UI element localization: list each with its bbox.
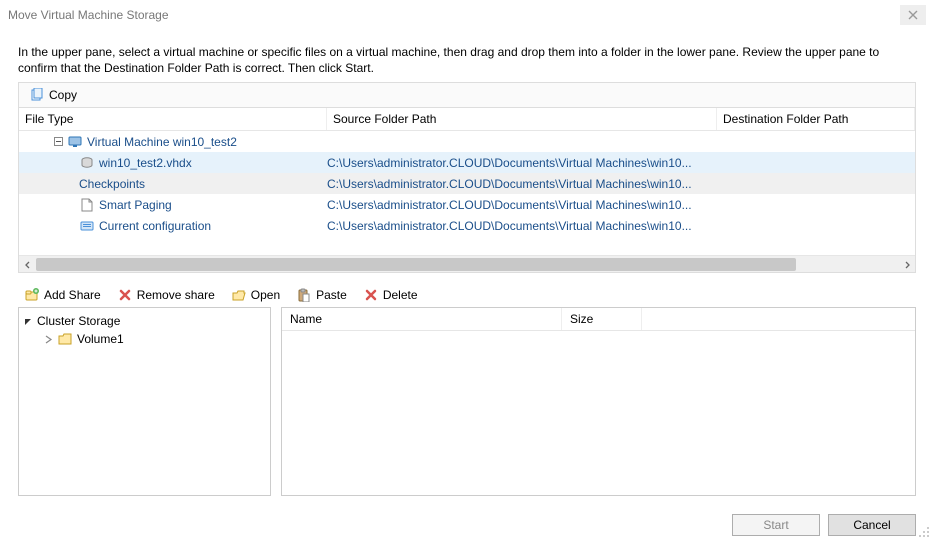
storage-tree[interactable]: Cluster Storage Volume1 — [18, 307, 271, 496]
grid-cell-source: C:\Users\administrator.CLOUD\Documents\V… — [327, 198, 717, 212]
dialog-buttons: Start Cancel — [0, 504, 934, 542]
grid-cell-label: Smart Paging — [99, 198, 172, 212]
list-col-name[interactable]: Name — [282, 308, 562, 330]
grid-cell-label: Virtual Machine win10_test2 — [87, 135, 237, 149]
file-list[interactable]: Name Size — [281, 307, 916, 496]
horizontal-scrollbar[interactable] — [19, 255, 915, 272]
window-title: Move Virtual Machine Storage — [8, 8, 900, 22]
delete-button[interactable]: Delete — [359, 286, 422, 304]
upper-toolbar: Copy — [18, 82, 916, 108]
scroll-left-icon[interactable] — [19, 256, 36, 273]
caret-down-icon[interactable] — [23, 317, 33, 326]
paste-icon — [296, 287, 312, 303]
list-col-size[interactable]: Size — [562, 308, 642, 330]
list-header: Name Size — [282, 308, 915, 331]
caret-right-icon[interactable] — [43, 335, 53, 344]
grid-row-config[interactable]: Current configuration C:\Users\administr… — [19, 215, 915, 236]
instructions-text: In the upper pane, select a virtual mach… — [18, 44, 916, 76]
grid-cell-label: Current configuration — [99, 219, 211, 233]
grid-cell-source: C:\Users\administrator.CLOUD\Documents\V… — [327, 219, 717, 233]
grid-row-smartpaging[interactable]: Smart Paging C:\Users\administrator.CLOU… — [19, 194, 915, 215]
grid-row-checkpoints[interactable]: Checkpoints C:\Users\administrator.CLOUD… — [19, 173, 915, 194]
col-source[interactable]: Source Folder Path — [327, 108, 717, 130]
titlebar: Move Virtual Machine Storage — [0, 0, 934, 30]
lower-panes: Cluster Storage Volume1 Name Size — [18, 307, 916, 496]
scroll-right-icon[interactable] — [898, 256, 915, 273]
vm-icon — [67, 134, 83, 150]
copy-icon — [29, 87, 45, 103]
cancel-button[interactable]: Cancel — [828, 514, 916, 536]
scroll-thumb[interactable] — [36, 258, 796, 271]
resize-grip-icon[interactable] — [918, 526, 930, 538]
grid-row-vm[interactable]: Virtual Machine win10_test2 — [19, 131, 915, 152]
open-button[interactable]: Open — [227, 286, 284, 304]
add-share-icon — [24, 287, 40, 303]
remove-share-button[interactable]: Remove share — [113, 286, 219, 304]
close-button[interactable] — [900, 5, 926, 25]
file-icon — [79, 197, 95, 213]
folder-icon — [57, 331, 73, 347]
config-icon — [79, 218, 95, 234]
open-folder-icon — [231, 287, 247, 303]
grid-body[interactable]: Virtual Machine win10_test2 win10_test2.… — [19, 131, 915, 255]
paste-button[interactable]: Paste — [292, 286, 351, 304]
col-dest[interactable]: Destination Folder Path — [717, 108, 915, 130]
copy-label: Copy — [49, 88, 77, 102]
disk-icon — [79, 155, 95, 171]
tree-item-label: Volume1 — [77, 332, 124, 346]
grid-cell-label: win10_test2.vhdx — [99, 156, 192, 170]
copy-button[interactable]: Copy — [25, 86, 81, 104]
move-vm-storage-window: Move Virtual Machine Storage In the uppe… — [0, 0, 934, 542]
collapse-icon[interactable] — [53, 137, 63, 146]
open-label: Open — [251, 288, 280, 302]
tree-root[interactable]: Cluster Storage — [21, 312, 268, 330]
add-share-button[interactable]: Add Share — [20, 286, 105, 304]
close-icon — [905, 7, 921, 23]
upper-grid: File Type Source Folder Path Destination… — [18, 108, 916, 273]
delete-icon — [363, 287, 379, 303]
grid-header: File Type Source Folder Path Destination… — [19, 108, 915, 131]
remove-share-label: Remove share — [137, 288, 215, 302]
add-share-label: Add Share — [44, 288, 101, 302]
start-button[interactable]: Start — [732, 514, 820, 536]
grid-cell-source: C:\Users\administrator.CLOUD\Documents\V… — [327, 177, 717, 191]
delete-label: Delete — [383, 288, 418, 302]
grid-cell-label: Checkpoints — [79, 177, 145, 191]
remove-icon — [117, 287, 133, 303]
paste-label: Paste — [316, 288, 347, 302]
tree-item-volume[interactable]: Volume1 — [21, 330, 268, 348]
col-file-type[interactable]: File Type — [19, 108, 327, 130]
grid-cell-source: C:\Users\administrator.CLOUD\Documents\V… — [327, 156, 717, 170]
lower-toolbar: Add Share Remove share Open Paste — [18, 283, 916, 307]
grid-row-vhd[interactable]: win10_test2.vhdx C:\Users\administrator.… — [19, 152, 915, 173]
tree-root-label: Cluster Storage — [37, 314, 120, 328]
